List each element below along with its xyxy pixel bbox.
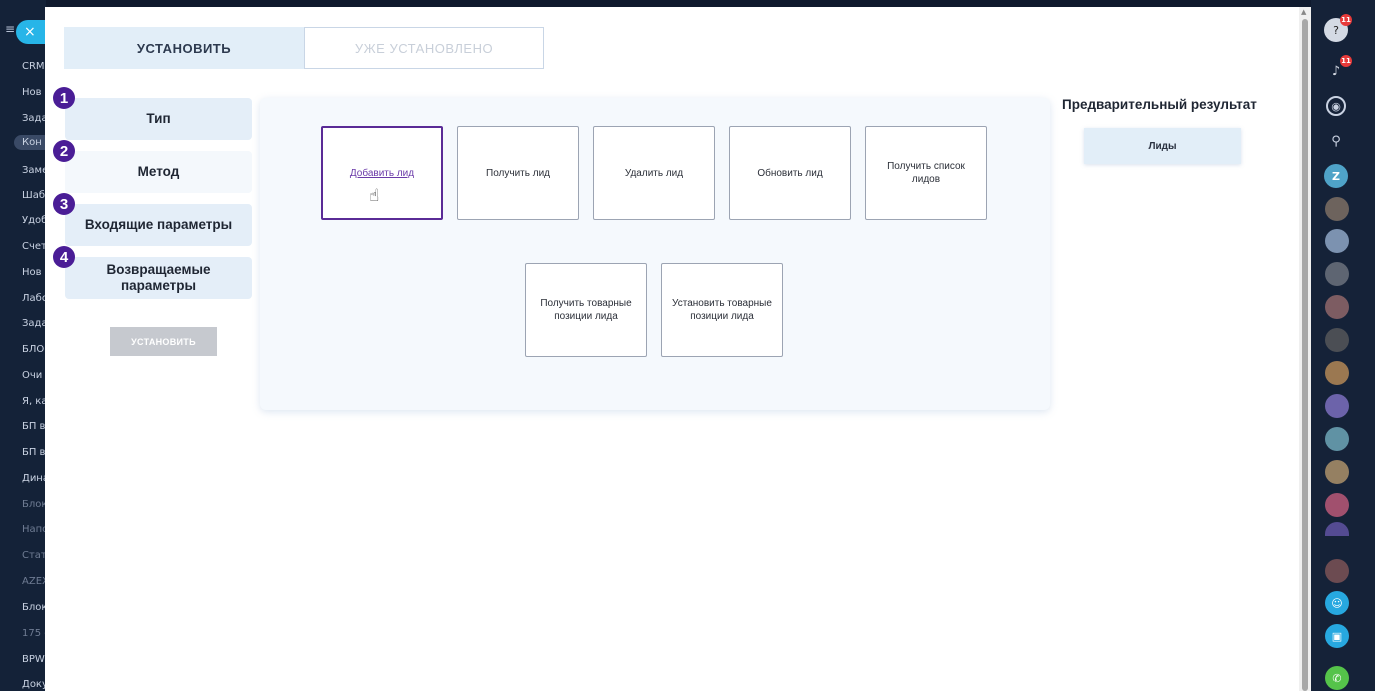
menu-item[interactable]: Нов	[22, 87, 42, 98]
menu-item[interactable]: Нов	[22, 267, 42, 278]
panel-scrollbar[interactable]: ▲	[1299, 7, 1311, 691]
phone-icon[interactable]: ✆	[1325, 666, 1349, 690]
avatar[interactable]	[1325, 328, 1349, 352]
main-panel: УСТАНОВИТЬ УЖЕ УСТАНОВЛЕНО 1 Тип 2 Метод…	[45, 7, 1299, 691]
chat-icon[interactable]: ◉	[1326, 96, 1346, 116]
avatar[interactable]	[1325, 197, 1349, 221]
step-input-params[interactable]: Входящие параметры	[65, 204, 252, 246]
menu-item[interactable]: Счет	[22, 241, 46, 252]
method-get-lead-products[interactable]: Получить товарные позиции лида	[525, 263, 647, 357]
menu-item[interactable]: БП в	[22, 447, 45, 458]
avatar[interactable]	[1325, 460, 1349, 484]
menu-item[interactable]: Доку	[22, 679, 46, 690]
menu-item[interactable]: 175 с	[22, 628, 46, 639]
scroll-thumb[interactable]	[1302, 19, 1308, 691]
menu-item[interactable]: Зада	[22, 318, 46, 329]
avatar[interactable]	[1325, 229, 1349, 253]
menu-burger-icon[interactable]: ≡	[5, 22, 15, 36]
method-set-lead-products[interactable]: Установить товарные позиции лида	[661, 263, 783, 357]
menu-item[interactable]: Заме	[22, 165, 46, 176]
method-list-leads[interactable]: Получить список лидов	[865, 126, 987, 220]
help-badge: 11	[1340, 14, 1352, 26]
step-badge-3: 3	[53, 193, 75, 215]
menu-item[interactable]: БП в	[22, 421, 45, 432]
bell-icon[interactable]: ♪ 11	[1324, 55, 1352, 83]
menu-item[interactable]: Удоб	[22, 215, 46, 226]
preview-card-leads[interactable]: Лиды	[1084, 128, 1241, 164]
step-type[interactable]: Тип	[65, 98, 252, 140]
avatar[interactable]	[1325, 295, 1349, 319]
avatar[interactable]	[1325, 559, 1349, 583]
menu-item[interactable]: БЛО	[22, 344, 44, 355]
menu-item[interactable]: Блок	[22, 602, 46, 613]
install-button[interactable]: УСТАНОВИТЬ	[110, 327, 217, 356]
menu-item-crm[interactable]: CRM	[22, 61, 45, 72]
help-icon[interactable]: ? 11	[1324, 14, 1352, 42]
step-badge-4: 4	[53, 246, 75, 268]
close-slider-button[interactable]: ×	[16, 20, 46, 44]
menu-item[interactable]: Очи	[22, 370, 42, 381]
method-get-lead[interactable]: Получить лид	[457, 126, 579, 220]
method-add-lead[interactable]: Добавить лид	[321, 126, 443, 220]
hand-cursor-icon: ☝	[369, 186, 380, 206]
search-icon[interactable]: ⚲	[1324, 129, 1348, 153]
step-badge-2: 2	[53, 140, 75, 162]
left-menu: ≡ × CRM Нов Зада Кон Заме Шаб Удоб Счет …	[0, 0, 46, 691]
menu-item[interactable]: Я, ка	[22, 396, 46, 407]
avatar[interactable]	[1325, 361, 1349, 385]
avatar[interactable]	[1325, 493, 1349, 517]
step-badge-1: 1	[53, 87, 75, 109]
menu-item[interactable]: AZEX	[22, 576, 46, 587]
contact-center-icon[interactable]: ☺	[1325, 591, 1349, 615]
menu-item[interactable]: Дина	[22, 473, 46, 484]
tab-install[interactable]: УСТАНОВИТЬ	[64, 27, 304, 69]
avatar[interactable]	[1325, 394, 1349, 418]
menu-item[interactable]: Стат	[22, 550, 46, 561]
notifications-badge: 11	[1340, 55, 1352, 67]
menu-item[interactable]: Блок	[22, 499, 46, 510]
open-lines-icon[interactable]: ▣	[1325, 624, 1349, 648]
menu-item[interactable]: Лабо	[22, 293, 46, 304]
menu-item[interactable]: Напо	[22, 524, 46, 535]
scroll-up-icon[interactable]: ▲	[1301, 8, 1306, 16]
menu-item[interactable]: Зада	[22, 113, 46, 124]
avatar[interactable]	[1325, 522, 1349, 536]
preview-title: Предварительный результат	[1062, 97, 1257, 112]
step-return-params[interactable]: Возвращаемые параметры	[65, 257, 252, 299]
method-update-lead[interactable]: Обновить лид	[729, 126, 851, 220]
tab-installed[interactable]: УЖЕ УСТАНОВЛЕНО	[304, 27, 544, 69]
right-sidebar: ? 11 ♪ 11 ◉ ⚲ Z ☺ ▣ ✆	[1311, 0, 1375, 691]
avatar[interactable]	[1325, 427, 1349, 451]
method-delete-lead[interactable]: Удалить лид	[593, 126, 715, 220]
menu-item[interactable]: Шаб	[22, 190, 45, 201]
avatar[interactable]	[1325, 262, 1349, 286]
user-avatar[interactable]: Z	[1324, 164, 1348, 188]
menu-item-active[interactable]: Кон	[14, 135, 46, 150]
menu-item[interactable]: BPW	[22, 654, 45, 665]
step-method[interactable]: Метод	[65, 151, 252, 193]
